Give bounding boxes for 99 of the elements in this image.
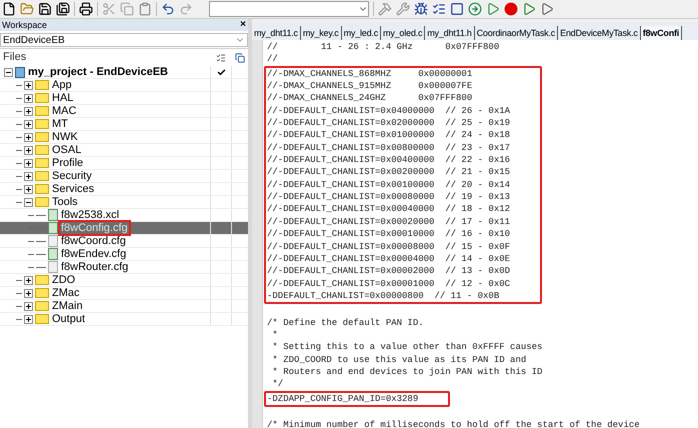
project-icon [15,66,25,78]
folder-icon [35,197,49,207]
code-line: //-DDEFAULT_CHANLIST=0x00008000 // 15 - 0x0F [267,240,510,253]
panel-title: Workspace [2,20,47,30]
options-icon[interactable] [216,52,226,62]
code-line: /* Minimum number of milliseconds to hold off the start of the device [267,419,640,428]
code-line: //-DDEFAULT_CHANLIST=0x00080000 // 19 - 0x13 [267,191,510,204]
tree-item[interactable]: f8wEndev.cfg [60,248,128,260]
tree-item[interactable]: MT [51,118,69,130]
tree-item[interactable]: f8wCoord.cfg [60,235,127,247]
folder-icon [35,288,49,298]
tree-item[interactable]: NWK [51,131,79,143]
breakpoint-icon[interactable] [504,2,518,16]
code-line: //-DDEFAULT_CHANLIST=0x01000000 // 24 - 0x18 [267,129,510,142]
folder-icon [35,301,49,311]
code-line: */ [271,378,284,391]
code-line: //-DDEFAULT_CHANLIST=0x00040000 // 18 - 0x12 [267,203,510,216]
code-line: //-DDEFAULT_CHANLIST=0x00010000 // 16 - 0x10 [267,228,510,240]
tree-item[interactable]: Security [51,170,93,182]
go-icon[interactable] [522,2,536,16]
code-line: /* Define the default PAN ID. [267,316,424,329]
tree-item[interactable]: f8w2538.xcl [60,209,120,221]
expand-toggle-icon[interactable] [24,80,33,90]
tree-item[interactable]: ZMain [51,300,84,312]
expand-toggle-icon[interactable] [24,302,33,310]
tree-item[interactable]: ZMac [51,287,80,299]
tree-item[interactable]: Output [51,313,86,325]
expand-toggle-icon[interactable] [24,158,33,168]
new-file-icon[interactable] [2,2,16,16]
folder-icon [35,93,49,103]
file-tab[interactable]: f8wConfi [640,26,682,40]
code-line: //-DDEFAULT_CHANLIST=0x04000000 // 26 - 0x1A [267,104,510,118]
code-line: * Routers and end devices to join PAN with this ID [271,366,542,378]
code-line: //-DDEFAULT_CHANLIST=0x00001000 // 12 - 0x0C [267,278,510,290]
folder-icon [35,314,49,324]
code-line: //-DDEFAULT_CHANLIST=0x00800000 // 23 - 0x17 [267,142,510,154]
folder-icon [35,132,49,142]
tree-item[interactable]: HAL [51,92,74,104]
tree-item[interactable]: Tools [51,196,79,208]
expand-toggle-icon[interactable] [24,106,33,116]
code-line: //-DDEFAULT_CHANLIST=0x00004000 // 14 - 0x0E [267,252,510,266]
configuration-dropdown[interactable]: EndDeviceEB [0,33,248,47]
code-line: //-DDEFAULT_CHANLIST=0x02000000 // 25 - 0x19 [267,117,510,130]
folder-icon [35,145,49,155]
expand-toggle-icon[interactable] [4,68,13,76]
step-icon[interactable] [540,2,554,16]
tree-item[interactable]: App [51,79,73,91]
undo-icon[interactable] [161,2,175,16]
tree-item[interactable]: my_project - EndDeviceEB [27,66,169,78]
code-line: //-DMAX_CHANNELS_915MHZ 0x000007FE [267,80,472,92]
tree-item[interactable]: ZDO [51,274,76,286]
column-header: Files [2,50,28,66]
code-line: -DZDAPP_CONFIG_PAN_ID=0x3289 [267,392,418,405]
expand-toggle-icon[interactable] [24,198,33,206]
code-line: * [271,328,278,342]
code-line: // [267,53,278,66]
code-line: //-DMAX_CHANNELS_24GHZ 0x07FFF800 [267,92,472,105]
printer-icon[interactable] [79,2,93,16]
code-line: //-DMAX_CHANNELS_868MHZ 0x00000001 [267,68,472,80]
tree-item[interactable]: f8wRouter.cfg [60,261,130,273]
folder-icon [35,80,49,90]
expand-toggle-icon[interactable] [24,172,33,180]
expand-toggle-icon[interactable] [24,132,33,142]
folder-icon [35,106,49,116]
close-button[interactable]: × [240,20,246,30]
folder-icon [35,119,49,129]
square-icon[interactable] [450,2,464,16]
window-icon[interactable] [234,52,244,62]
code-line: //-DDEFAULT_CHANLIST=0x00020000 // 17 - 0x11 [267,216,510,228]
code-line: //-DDEFAULT_CHANLIST=0x00400000 // 22 - 0x16 [267,154,510,166]
save-icon[interactable] [38,2,52,16]
paste-icon[interactable] [138,2,152,16]
search-combo[interactable] [209,1,369,17]
save-all-icon[interactable] [56,2,70,16]
tree-item[interactable]: MAC [51,105,78,117]
run-icon[interactable] [486,2,500,16]
expand-toggle-icon[interactable] [24,184,33,194]
code-line: // 11 - 26 : 2.4 GHz 0x07FFF800 [267,41,500,54]
expand-toggle-icon[interactable] [24,288,33,298]
code-line: * ZDO_COORD to use this value as its PAN ID and [271,354,526,366]
folder-icon [35,184,49,194]
code-line: //-DDEFAULT_CHANLIST=0x00200000 // 21 - 0x15 [267,166,510,179]
tree-item[interactable]: OSAL [51,144,82,156]
expand-toggle-icon[interactable] [24,314,33,324]
folder-icon [35,158,49,168]
bug-icon[interactable] [414,2,428,16]
code-line: * Setting this to a value other than 0xFFFF causes [271,341,542,354]
code-line: -DDEFAULT_CHANLIST=0x00000800 // 11 - 0x0B [267,290,500,302]
tree-item[interactable]: Services [51,183,96,195]
list-icon[interactable] [432,2,446,16]
expand-toggle-icon[interactable] [24,94,33,102]
expand-toggle-icon[interactable] [24,120,33,128]
folder-icon [35,171,49,181]
code-line: //-DDEFAULT_CHANLIST=0x00002000 // 13 - 0x0D [267,265,510,278]
folder-icon [35,275,49,285]
expand-toggle-icon[interactable] [24,276,33,284]
tree-item[interactable]: Profile [51,157,84,169]
expand-toggle-icon[interactable] [24,146,33,154]
code-line: //-DDEFAULT_CHANLIST=0x00100000 // 20 - 0x14 [267,178,510,192]
